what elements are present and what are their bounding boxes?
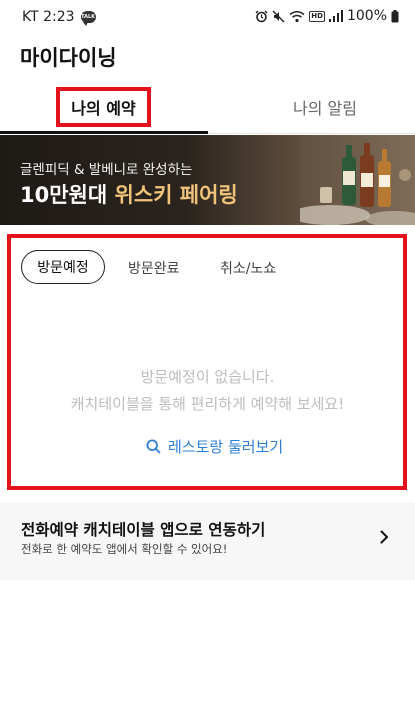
- mute-icon: [272, 10, 285, 22]
- screen: KT 2:23 TALK HD 100% 마이다이닝 나의 예약 나의 알림 글…: [0, 0, 415, 715]
- phone-reservation-link-row[interactable]: 전화예약 캐치테이블 앱으로 연동하기 전화로 한 예약도 앱에서 확인할 수 …: [0, 502, 415, 580]
- tab-my-reservations[interactable]: 나의 예약: [56, 87, 151, 127]
- signal-icon: [328, 10, 343, 22]
- status-bar: KT 2:23 TALK HD 100%: [0, 0, 415, 34]
- banner-subtitle: 글렌피딕 & 발베니로 완성하는: [20, 162, 193, 178]
- battery-icon: [391, 9, 399, 22]
- whisky-bottles-image: [300, 135, 415, 225]
- alarm-icon: [255, 10, 268, 22]
- status-right: HD 100%: [255, 8, 399, 24]
- hd-voice-icon: HD: [309, 10, 325, 22]
- link-row-subtitle: 전화로 한 예약도 앱에서 확인할 수 있어요!: [21, 542, 228, 556]
- chevron-right-icon: [380, 530, 388, 544]
- tab-my-notifications-label: 나의 알림: [293, 99, 357, 118]
- tab-my-notifications[interactable]: 나의 알림: [270, 95, 380, 119]
- tab-my-reservations-label: 나의 예약: [71, 99, 136, 118]
- banner-headline-prefix: 10만원대: [20, 183, 115, 207]
- wifi-icon: [289, 10, 305, 22]
- page-title: 마이다이닝: [20, 46, 117, 70]
- active-tab-indicator: [0, 131, 208, 134]
- link-row-title: 전화예약 캐치테이블 앱으로 연동하기: [21, 521, 266, 539]
- tab-divider: [208, 133, 415, 134]
- battery-percent: 100%: [346, 8, 387, 24]
- kakaotalk-icon: TALK: [80, 11, 96, 26]
- highlight-box: [7, 234, 407, 490]
- carrier-time: KT 2:23: [22, 9, 75, 25]
- banner-headline-accent: 위스키 페어링: [114, 183, 238, 207]
- promo-banner[interactable]: 글렌피딕 & 발베니로 완성하는 10만원대 위스키 페어링: [0, 135, 415, 225]
- status-left: KT 2:23 TALK: [22, 9, 96, 26]
- banner-headline: 10만원대 위스키 페어링: [20, 179, 238, 209]
